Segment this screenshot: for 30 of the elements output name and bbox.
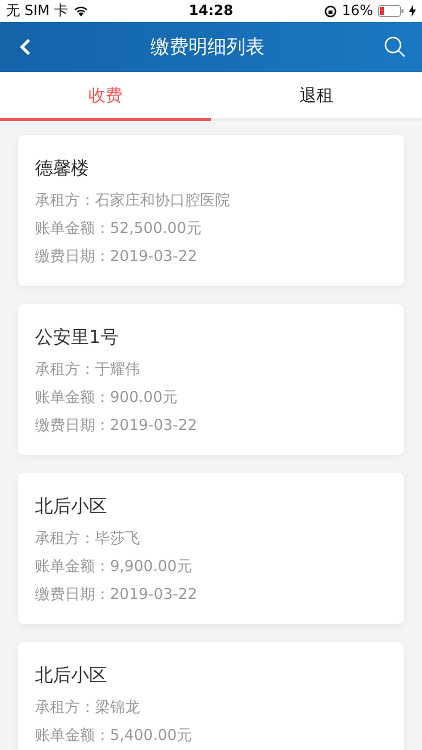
- building-name: 德馨楼: [35, 157, 90, 180]
- back-icon[interactable]: [19, 38, 31, 56]
- battery-icon: [378, 5, 404, 17]
- record-detail: 承租方：于耀伟: [35, 359, 141, 380]
- page-title: 缴费明细列表: [150, 35, 264, 60]
- charging-icon: [409, 5, 416, 17]
- record-detail: 承租方：毕莎飞: [35, 528, 141, 549]
- record-detail: 缴费日期：2019-03-22: [35, 415, 198, 436]
- building-name: 北后小区: [35, 495, 108, 518]
- record-detail: 缴费日期：2019-03-22: [35, 584, 198, 605]
- rotation-lock-icon: [324, 4, 337, 18]
- building-name: 公安里1号: [35, 326, 120, 349]
- record-detail: 承租方：石家庄和协口腔医院: [35, 190, 231, 211]
- tab[interactable]: 退租: [211, 72, 422, 121]
- battery-percent-text: 16%: [342, 3, 373, 19]
- carrier-text: 无 SIM 卡: [6, 2, 68, 20]
- record-card[interactable]: 公安里1号 承租方：于耀伟 账单金额：900.00元 缴费日期：2019-03-22: [18, 304, 404, 455]
- record-detail: 账单金额：5,400.00元: [35, 725, 193, 746]
- record-detail: 账单金额：900.00元: [35, 387, 178, 408]
- record-card[interactable]: 德馨楼 承租方：石家庄和协口腔医院 账单金额：52,500.00元 缴费日期：2019-03-22: [18, 135, 404, 286]
- clock-text: 14:28: [188, 3, 234, 19]
- search-icon[interactable]: [384, 36, 406, 58]
- wifi-icon: [73, 5, 89, 17]
- record-detail: 缴费日期：2019-03-22: [35, 246, 198, 267]
- record-card[interactable]: 北后小区 承租方：毕莎飞 账单金额：9,900.00元 缴费日期：2019-03-22: [18, 473, 404, 624]
- building-name: 北后小区: [35, 664, 108, 687]
- record-detail: 账单金额：9,900.00元: [35, 556, 193, 577]
- record-card[interactable]: 北后小区 承租方：梁锦龙 账单金额：5,400.00元: [18, 642, 404, 750]
- record-detail: 承租方：梁锦龙: [35, 697, 141, 718]
- record-detail: 账单金额：52,500.00元: [35, 218, 202, 239]
